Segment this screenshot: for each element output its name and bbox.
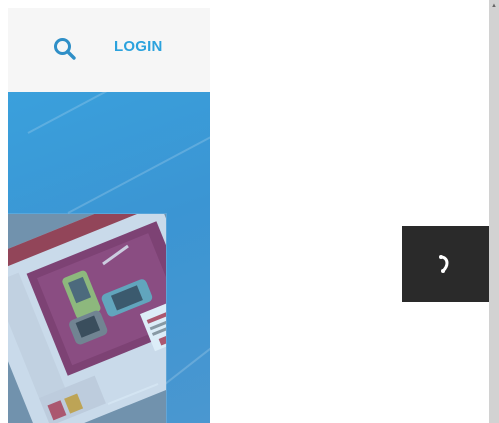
search-button[interactable] bbox=[52, 36, 78, 62]
login-link[interactable]: LOGIN bbox=[114, 38, 163, 55]
phone-icon bbox=[438, 255, 449, 273]
hero-streak bbox=[27, 92, 210, 134]
site-header: LOGIN bbox=[8, 8, 210, 92]
website-panel: LOGIN bbox=[8, 8, 210, 423]
hero-streak bbox=[67, 127, 210, 214]
floating-call-button[interactable] bbox=[402, 226, 489, 302]
scroll-up-arrow-icon[interactable]: ▲ bbox=[489, 0, 499, 12]
website-preview-image bbox=[8, 214, 166, 423]
search-icon bbox=[54, 38, 76, 60]
website-preview-illustration bbox=[8, 214, 166, 423]
blank-content-area bbox=[210, 0, 489, 423]
vertical-scrollbar[interactable]: ▲ bbox=[489, 0, 499, 423]
